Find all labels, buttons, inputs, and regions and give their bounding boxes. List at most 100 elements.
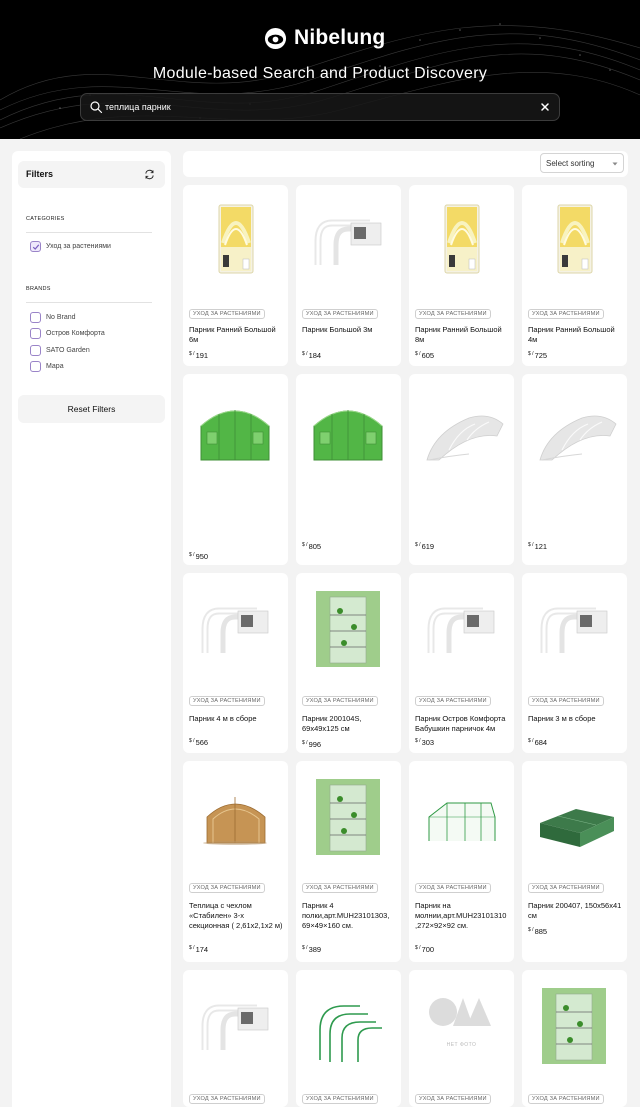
close-icon[interactable] bbox=[538, 100, 552, 114]
brand-logo[interactable]: Nibelung bbox=[264, 26, 385, 50]
refresh-icon[interactable] bbox=[144, 169, 155, 180]
product-name[interactable]: Парник Ранний Большой 6м bbox=[189, 325, 283, 345]
product-name[interactable]: Парник Ранний Большой 8м bbox=[415, 325, 509, 345]
product-name[interactable]: Парник Остров Комфорта Бабушкин парничок… bbox=[415, 714, 509, 734]
product-name[interactable]: Парник 200407, 150x56x41 см bbox=[528, 901, 622, 921]
product-card[interactable]: УХОД ЗА РАСТЕНИЯМИПарник Фазенда Люкс 6м… bbox=[522, 374, 627, 565]
product-image[interactable] bbox=[183, 970, 288, 1090]
product-name[interactable]: Парник 4 м в сборе bbox=[189, 714, 283, 724]
brand-checkbox[interactable] bbox=[30, 360, 41, 372]
currency-symbol: $ / bbox=[302, 945, 308, 951]
product-card[interactable]: УХОД ЗА РАСТЕНИЯМИ Парник Ранний Большой … bbox=[409, 185, 514, 366]
product-image[interactable] bbox=[183, 761, 288, 881]
product-image[interactable] bbox=[296, 374, 401, 494]
product-name[interactable]: Парник Большой 3м bbox=[302, 325, 396, 335]
product-image[interactable] bbox=[296, 185, 401, 305]
product-card[interactable]: УХОД ЗА РАСТЕНИЯМИ bbox=[296, 970, 401, 1107]
sort-select[interactable]: Select sorting bbox=[540, 153, 624, 173]
search-bar bbox=[80, 93, 560, 121]
price-value: 805 bbox=[308, 542, 322, 551]
currency-symbol: $ / bbox=[302, 542, 308, 548]
category-option[interactable]: Уход за растениями bbox=[30, 240, 111, 252]
product-name[interactable]: Парник 200104S, 69х49х125 см bbox=[302, 714, 396, 734]
product-card[interactable]: УХОД ЗА РАСТЕНИЯМИТеплица с пленкой GH35… bbox=[183, 374, 288, 565]
product-image[interactable] bbox=[296, 970, 401, 1090]
product-card[interactable]: УХОД ЗА РАСТЕНИЯМИ Парник на молнии,арт.M… bbox=[409, 761, 514, 962]
brand-checkbox[interactable] bbox=[30, 327, 41, 339]
product-name[interactable]: Теплица с чехлом «Стабилен» 3-х секционн… bbox=[189, 901, 283, 931]
product-card[interactable]: УХОД ЗА РАСТЕНИЯМИ bbox=[183, 970, 288, 1107]
product-image[interactable] bbox=[522, 573, 627, 693]
product-image[interactable] bbox=[522, 185, 627, 305]
product-card[interactable]: УХОД ЗА РАСТЕНИЯМИ Парник 200104S, 69х49х… bbox=[296, 573, 401, 753]
white-covered-tunnel-icon bbox=[426, 415, 504, 461]
brand-option[interactable]: Мара bbox=[30, 360, 64, 372]
white-arc-tunnel-icon bbox=[201, 607, 269, 653]
product-card[interactable]: УХОД ЗА РАСТЕНИЯМИ bbox=[522, 970, 627, 1107]
category-checkbox[interactable] bbox=[30, 240, 41, 252]
brand-option[interactable]: Остров Комфорта bbox=[30, 327, 105, 339]
white-arc-tunnel-icon bbox=[314, 219, 382, 265]
product-image[interactable] bbox=[183, 573, 288, 693]
product-card[interactable]: УХОД ЗА РАСТЕНИЯМИ Парник Остров Комфорта… bbox=[409, 573, 514, 753]
product-image[interactable] bbox=[522, 374, 627, 494]
shelf-greenhouse-icon bbox=[542, 988, 606, 1064]
price-value: 566 bbox=[195, 738, 209, 747]
product-image[interactable] bbox=[409, 374, 514, 494]
search-input[interactable] bbox=[105, 97, 525, 117]
product-name[interactable]: Парник на молнии,арт.MUH23101310 ,272×92… bbox=[415, 901, 509, 931]
category-badge: УХОД ЗА РАСТЕНИЯМИ bbox=[189, 1094, 265, 1104]
product-image[interactable] bbox=[522, 970, 627, 1090]
brand-label: No Brand bbox=[46, 313, 76, 321]
product-image[interactable] bbox=[522, 761, 627, 881]
brand-option[interactable]: SATO Garden bbox=[30, 344, 90, 356]
price-value: 619 bbox=[421, 542, 435, 551]
product-image[interactable] bbox=[296, 573, 401, 693]
brand-checkbox[interactable] bbox=[30, 344, 41, 356]
product-name[interactable]: Парник 3 м в сборе bbox=[528, 714, 622, 724]
brand-name: Nibelung bbox=[294, 26, 386, 49]
product-image[interactable]: НЕТ ФОТО bbox=[409, 970, 514, 1090]
product-card[interactable]: УХОД ЗА РАСТЕНИЯМИ Парник 4 полки,арт.MUH… bbox=[296, 761, 401, 962]
brand-option[interactable]: No Brand bbox=[30, 311, 76, 323]
reset-filters-button[interactable]: Reset Filters bbox=[18, 395, 165, 423]
product-price: $ /619 bbox=[415, 542, 434, 551]
price-value: 174 bbox=[195, 945, 209, 954]
currency-symbol: $ / bbox=[415, 351, 421, 357]
product-card[interactable]: УХОД ЗА РАСТЕНИЯМИПарник Фазенда Люкс 8м… bbox=[409, 374, 514, 565]
no-photo-text: НЕТ ФОТО bbox=[446, 1042, 477, 1048]
product-card[interactable]: НЕТ ФОТО УХОД ЗА РАСТЕНИЯМИ bbox=[409, 970, 514, 1107]
currency-symbol: $ / bbox=[189, 945, 195, 951]
chevron-down-icon bbox=[612, 162, 618, 166]
category-badge: УХОД ЗА РАСТЕНИЯМИ bbox=[528, 696, 604, 706]
product-card[interactable]: УХОД ЗА РАСТЕНИЯМИ Теплица с чехлом «Стаб… bbox=[183, 761, 288, 962]
product-image[interactable] bbox=[183, 185, 288, 305]
category-badge: УХОД ЗА РАСТЕНИЯМИ bbox=[528, 883, 604, 893]
product-card[interactable]: УХОД ЗА РАСТЕНИЯМИ Парник 200407, 150x56x… bbox=[522, 761, 627, 962]
product-image[interactable] bbox=[409, 185, 514, 305]
currency-symbol: $ / bbox=[415, 542, 421, 548]
category-badge: УХОД ЗА РАСТЕНИЯМИ bbox=[189, 883, 265, 893]
product-name[interactable]: Парник 4 полки,арт.MUH23101303, 69×49×16… bbox=[302, 901, 396, 931]
price-value: 389 bbox=[308, 945, 322, 954]
product-card[interactable]: УХОД ЗА РАСТЕНИЯМИТеплица с пленкой GH40… bbox=[296, 374, 401, 565]
product-price: $ /566 bbox=[189, 738, 208, 747]
product-name[interactable]: Парник Ранний Большой 4м bbox=[528, 325, 622, 345]
product-card[interactable]: УХОД ЗА РАСТЕНИЯМИ Парник 4 м в сборе $ /5… bbox=[183, 573, 288, 753]
currency-symbol: $ / bbox=[528, 927, 534, 933]
product-image[interactable] bbox=[409, 573, 514, 693]
product-card[interactable]: УХОД ЗА РАСТЕНИЯМИ Парник Ранний Большой … bbox=[522, 185, 627, 366]
currency-symbol: $ / bbox=[189, 552, 195, 558]
brand-checkbox[interactable] bbox=[30, 311, 41, 323]
brown-greenhouse-icon bbox=[203, 797, 267, 845]
currency-symbol: $ / bbox=[415, 738, 421, 744]
product-card[interactable]: УХОД ЗА РАСТЕНИЯМИ Парник 3 м в сборе $ /6… bbox=[522, 573, 627, 753]
product-image[interactable] bbox=[409, 761, 514, 881]
category-badge: УХОД ЗА РАСТЕНИЯМИ bbox=[302, 696, 378, 706]
frame-greenhouse-icon bbox=[428, 802, 496, 841]
price-value: 184 bbox=[308, 351, 322, 360]
product-card[interactable]: УХОД ЗА РАСТЕНИЯМИ Парник Ранний Большой … bbox=[183, 185, 288, 366]
product-image[interactable] bbox=[183, 374, 288, 494]
product-image[interactable] bbox=[296, 761, 401, 881]
product-card[interactable]: УХОД ЗА РАСТЕНИЯМИ Парник Большой 3м $ /18… bbox=[296, 185, 401, 366]
